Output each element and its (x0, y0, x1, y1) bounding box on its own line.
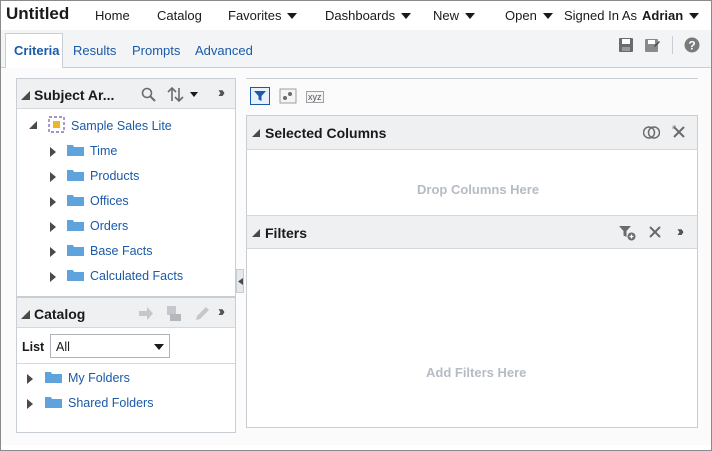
catalog-panel: Catalog ›› List All My Folders Shared Fo… (16, 297, 236, 433)
chevron-down-icon (689, 13, 700, 19)
criteria-right-panel: Selected Columns Drop Columns Here Filte… (246, 115, 698, 428)
filters-header: Filters ›› (247, 215, 697, 249)
subject-area-title: Subject Ar... (34, 87, 115, 103)
nav-favorites-menu[interactable]: Favorites (228, 8, 298, 23)
subject-area-header: Subject Ar... ›› (17, 79, 235, 109)
nav-dashboards-menu[interactable]: Dashboards (325, 8, 412, 23)
collapse-triangle-icon[interactable] (252, 129, 260, 137)
folder-icon (67, 270, 84, 281)
drop-columns-hint: Drop Columns Here (417, 182, 540, 197)
nav-catalog-link[interactable]: Catalog (157, 8, 202, 23)
list-label: List (22, 340, 45, 354)
filters-title: Filters (265, 225, 308, 241)
catalog-header: Catalog ›› (17, 298, 235, 328)
help-icon[interactable]: ? (684, 37, 700, 53)
chevron-down-icon (154, 344, 164, 350)
tree-item-products[interactable]: Products (90, 169, 139, 183)
add-arrow-icon[interactable] (138, 306, 154, 321)
page-title: Untitled (6, 4, 70, 23)
panel-splitter-handle[interactable] (236, 269, 244, 293)
chevron-down-icon (465, 13, 476, 19)
nav-open-menu[interactable]: Open (505, 8, 553, 23)
edit-pencil-icon[interactable] (194, 306, 210, 322)
column-properties-icon[interactable] (279, 88, 297, 104)
catalog-list-select[interactable]: All (50, 334, 170, 358)
chevron-left-icon (238, 278, 243, 285)
tree-item-time[interactable]: Time (90, 144, 117, 158)
expand-arrow-icon[interactable] (50, 172, 56, 182)
tree-item-offices[interactable]: Offices (90, 194, 129, 208)
add-filters-hint: Add Filters Here (426, 365, 527, 380)
folder-icon (67, 245, 84, 256)
nav-favorites-label: Favorites (228, 8, 282, 23)
chevron-down-icon (542, 13, 553, 19)
expand-arrow-icon[interactable] (50, 222, 56, 232)
collapse-triangle-icon[interactable] (21, 310, 30, 319)
show-hide-icon[interactable] (643, 126, 660, 139)
selected-columns-header: Selected Columns (247, 116, 697, 150)
expand-arrow-icon[interactable] (50, 147, 56, 157)
catalog-title: Catalog (34, 306, 86, 322)
selected-columns-title: Selected Columns (265, 125, 387, 141)
svg-text:?: ? (688, 39, 695, 53)
criteria-workspace: Subject Ar... ›› Sample Sales Lite Time (1, 68, 711, 445)
user-name: Adrian (642, 8, 684, 23)
properties-icon[interactable] (166, 305, 182, 322)
save-as-icon[interactable] (644, 37, 660, 53)
nav-home-link[interactable]: Home (95, 8, 130, 23)
collapse-triangle-icon[interactable] (21, 91, 30, 100)
toolbar-divider (672, 36, 673, 54)
tab-criteria[interactable]: Criteria (5, 33, 63, 69)
formula-xyz-icon[interactable]: xyz (306, 91, 324, 103)
nav-open-label: Open (505, 8, 537, 23)
subject-area-panel: Subject Ar... ›› Sample Sales Lite Time (16, 78, 236, 297)
folder-icon (67, 220, 84, 231)
tree-item-base-facts[interactable]: Base Facts (90, 244, 153, 258)
expand-arrow-icon[interactable] (50, 247, 56, 257)
user-menu[interactable]: Adrian (642, 8, 700, 23)
collapse-triangle-icon[interactable] (252, 229, 260, 237)
catalog-list-value: All (56, 340, 70, 354)
criteria-toolbar: xyz (246, 78, 698, 110)
tree-item-sample-sales-lite[interactable]: Sample Sales Lite (71, 119, 172, 133)
save-icon[interactable] (618, 37, 634, 53)
tree-item-shared-folders[interactable]: Shared Folders (68, 396, 153, 410)
folder-icon (45, 372, 62, 383)
tab-prompts[interactable]: Prompts (132, 43, 180, 58)
global-header: Untitled Home Catalog Favorites Dashboar… (1, 1, 711, 29)
tree-item-orders[interactable]: Orders (90, 219, 128, 233)
tree-item-my-folders[interactable]: My Folders (68, 371, 130, 385)
add-filter-icon[interactable] (618, 225, 636, 241)
filter-toggle-icon[interactable] (250, 87, 270, 105)
sort-icon[interactable] (167, 86, 185, 103)
remove-all-filters-icon[interactable] (648, 225, 662, 240)
folder-icon (67, 170, 84, 181)
expand-arrow-icon[interactable] (27, 374, 33, 384)
expand-arrow-icon[interactable] (50, 197, 56, 207)
signed-in-label: Signed In As (564, 8, 637, 23)
tab-results[interactable]: Results (73, 43, 116, 58)
tree-item-calculated-facts[interactable]: Calculated Facts (90, 269, 183, 283)
expand-arrow-icon[interactable] (27, 399, 33, 409)
subject-area-icon (48, 116, 65, 133)
double-chevron-right-icon[interactable]: ›› (218, 84, 225, 101)
nav-new-menu[interactable]: New (433, 8, 476, 23)
search-icon[interactable] (141, 87, 156, 102)
nav-dashboards-label: Dashboards (325, 8, 396, 23)
expanded-triangle-icon[interactable] (29, 121, 37, 129)
folder-icon (67, 145, 84, 156)
editor-tab-bar: Criteria Results Prompts Advanced ? (1, 30, 711, 69)
remove-all-columns-icon[interactable] (672, 125, 686, 140)
double-chevron-right-icon[interactable]: ›› (218, 303, 225, 320)
tab-advanced[interactable]: Advanced (195, 43, 253, 58)
nav-new-label: New (433, 8, 460, 23)
expand-arrow-icon[interactable] (50, 272, 56, 282)
folder-icon (67, 195, 84, 206)
chevron-down-icon[interactable] (190, 92, 198, 97)
double-chevron-right-icon[interactable]: ›› (677, 223, 684, 240)
folder-icon (45, 397, 62, 408)
catalog-divider (17, 363, 235, 364)
chevron-down-icon (287, 13, 298, 19)
chevron-down-icon (401, 13, 412, 19)
